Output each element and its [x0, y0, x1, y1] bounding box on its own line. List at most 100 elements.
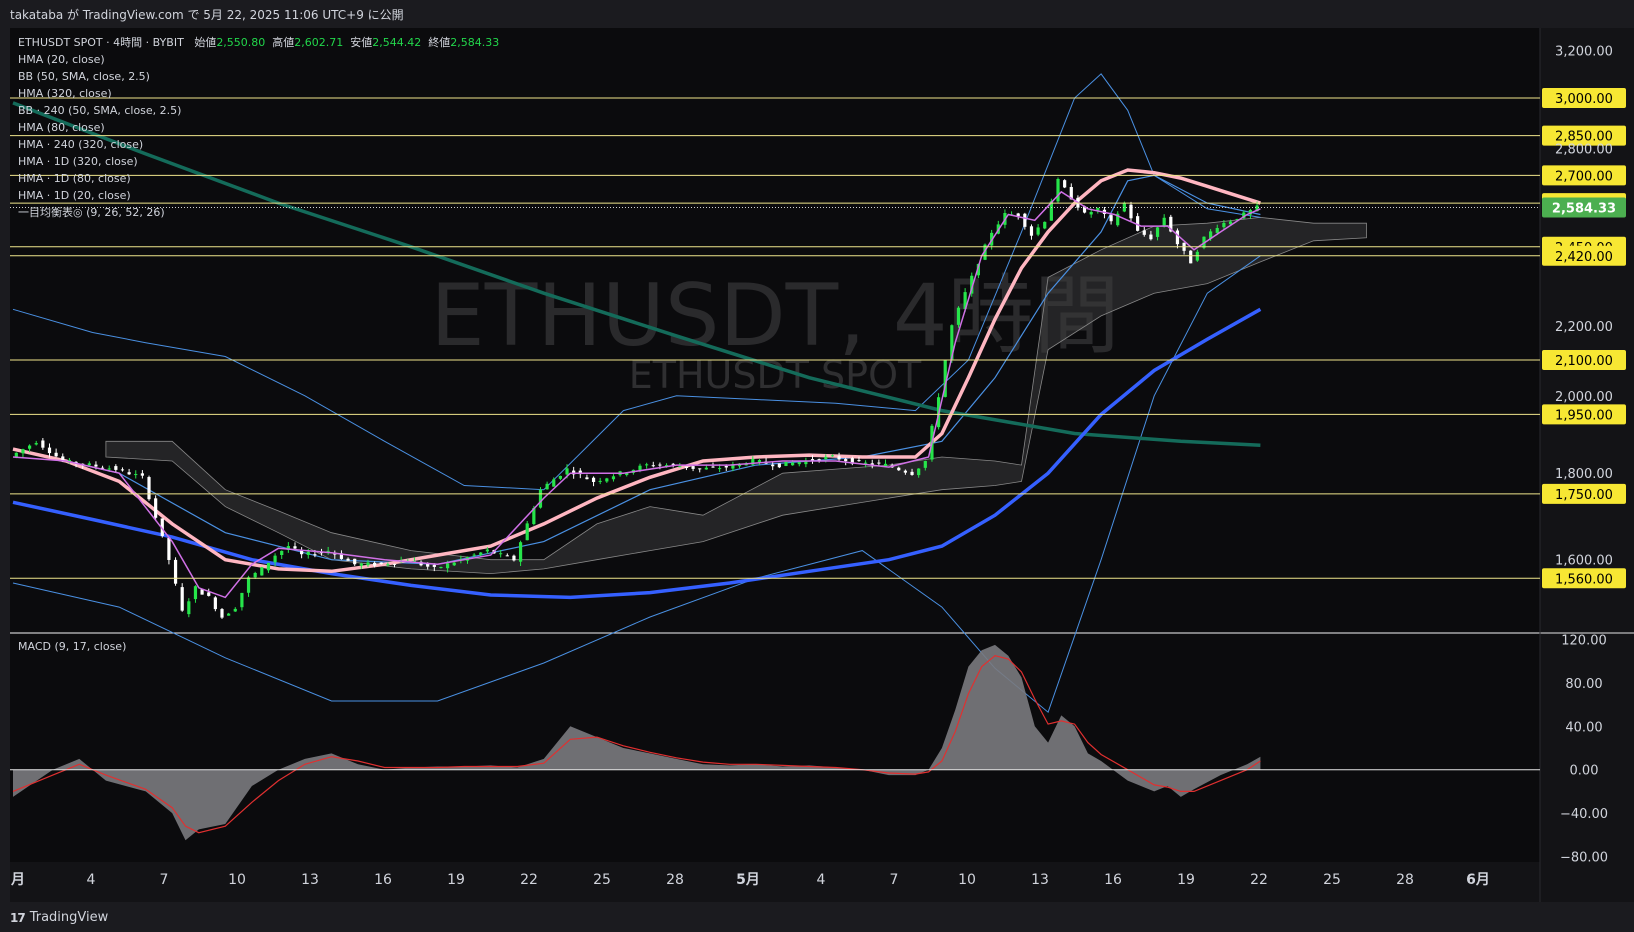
candle-body — [127, 472, 131, 475]
date-axis-tick: 22 — [520, 872, 538, 888]
candle-body — [266, 562, 271, 571]
indicator-hma-1d-80[interactable]: HMA · 1D (80, close) — [18, 170, 499, 187]
candle-body — [392, 563, 397, 565]
candle-body — [1063, 180, 1067, 188]
date-axis-tick: 28 — [666, 872, 684, 888]
date-axis-tick: 19 — [447, 872, 465, 888]
candle-body — [757, 460, 762, 463]
price-axis-tick: 1,800.00 — [1555, 467, 1613, 482]
candle-body — [180, 587, 184, 611]
candle-body — [1029, 226, 1034, 236]
candle-body — [306, 551, 310, 555]
price-axis-tick: 2,800.00 — [1555, 143, 1613, 158]
candle-body — [240, 592, 244, 608]
candle-body — [1142, 230, 1146, 235]
candle-body — [246, 577, 251, 593]
candle — [213, 596, 217, 612]
candle-body — [253, 572, 257, 578]
candle-body — [1175, 230, 1180, 245]
candle-body — [346, 558, 350, 561]
macd-axis-tick: 120.00 — [1561, 633, 1607, 648]
candle-body — [21, 449, 25, 454]
candle-body — [910, 471, 914, 475]
candle-body — [585, 477, 589, 480]
candle-body — [857, 460, 861, 462]
indicator-hma-1d-320[interactable]: HMA · 1D (320, close) — [18, 153, 499, 170]
candle-body — [923, 461, 927, 468]
candle-body — [956, 307, 961, 325]
candle-body — [87, 463, 91, 466]
date-axis-tick: 28 — [1396, 872, 1414, 888]
horizontal-level-label: 2,100.00 — [1555, 354, 1613, 369]
date-axis-tick: 13 — [1031, 872, 1049, 888]
candle-body — [711, 466, 715, 468]
indicator-hma-1d-20[interactable]: HMA · 1D (20, close) — [18, 187, 499, 204]
date-axis-tick: 月 — [10, 872, 25, 888]
candle-body — [293, 546, 297, 549]
indicator-hma-240-320[interactable]: HMA · 240 (320, close) — [18, 136, 499, 153]
indicator-hma-320[interactable]: HMA (320, close) — [18, 85, 499, 102]
macd-axis-tick: 40.00 — [1565, 720, 1602, 735]
candle-body — [273, 555, 277, 563]
candle-body — [173, 559, 178, 584]
candle — [220, 608, 224, 619]
horizontal-level-label: 2,420.00 — [1555, 250, 1613, 265]
horizontal-level-label: 1,750.00 — [1555, 488, 1613, 503]
candle — [525, 521, 529, 541]
candle-body — [605, 478, 609, 482]
candle-body — [1129, 204, 1133, 219]
tradingview-brand: TradingView — [29, 910, 109, 925]
candle-body — [1036, 227, 1040, 235]
candle — [538, 487, 543, 509]
candle — [180, 583, 184, 612]
candle-body — [386, 564, 390, 566]
candle-body — [1043, 221, 1047, 229]
macd-legend[interactable]: MACD (9, 17, close) — [18, 640, 126, 653]
date-axis-tick: 16 — [1104, 872, 1122, 888]
candle — [1063, 179, 1067, 189]
candle-body — [844, 459, 848, 462]
date-axis-tick: 5月 — [736, 872, 760, 888]
indicator-ichimoku[interactable]: 一目均衡表◎ (9, 26, 52, 26) — [18, 204, 499, 221]
candle-body — [366, 562, 370, 566]
date-axis-tick: 25 — [593, 872, 611, 888]
candle-body — [784, 461, 788, 466]
date-axis-tick: 4 — [87, 872, 96, 888]
indicator-bb-240[interactable]: BB · 240 (50, SMA, close, 2.5) — [18, 102, 499, 119]
indicator-hma-20[interactable]: HMA (20, close) — [18, 51, 499, 68]
candle-body — [353, 558, 357, 565]
date-axis-tick: 22 — [1250, 872, 1268, 888]
candle-body — [1162, 217, 1166, 226]
candle-body — [538, 489, 543, 508]
date-axis-tick: 6月 — [1466, 872, 1490, 888]
price-axis-tick: 3,200.00 — [1555, 45, 1613, 60]
candle-body — [479, 552, 483, 555]
candle-body — [260, 567, 264, 576]
current-price-label: 2,584.33 — [1552, 202, 1616, 217]
candle-body — [1155, 227, 1160, 237]
candle-body — [300, 550, 304, 555]
indicator-bb-50[interactable]: BB (50, SMA, close, 2.5) — [18, 68, 499, 85]
date-axis-tick: 19 — [1177, 872, 1195, 888]
date-axis-tick: 7 — [160, 872, 169, 888]
candle-body — [1089, 212, 1093, 215]
tradingview-logo[interactable]: 17 TradingView — [10, 910, 108, 925]
symbol-line[interactable]: ETHUSDT SPOT · 4時間 · BYBIT — [18, 36, 184, 49]
candle-body — [499, 553, 503, 555]
candle-body — [771, 464, 775, 467]
candle-body — [41, 440, 45, 448]
macd-axis-tick: 0.00 — [1570, 764, 1599, 779]
candle-body — [359, 563, 363, 566]
candle-body — [107, 468, 111, 470]
date-axis-tick: 13 — [301, 872, 319, 888]
candle-body — [452, 562, 456, 566]
candle-body — [645, 464, 649, 466]
candle-body — [1215, 228, 1219, 233]
indicator-hma-80[interactable]: HMA (80, close) — [18, 119, 499, 136]
candle-body — [903, 470, 908, 473]
candle-body — [220, 609, 224, 618]
candle-body — [147, 477, 151, 500]
candle-body — [34, 443, 38, 445]
date-axis-tick: 10 — [958, 872, 976, 888]
candle-body — [512, 555, 516, 561]
